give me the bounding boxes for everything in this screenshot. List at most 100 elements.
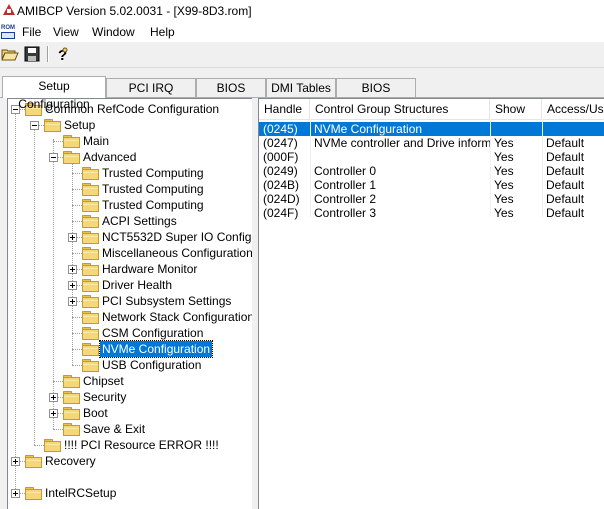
tree-node[interactable]: !!!! PCI Resource ERROR !!!! [8,437,252,453]
menu-view[interactable]: View [53,25,79,39]
cell-access: Default [546,136,585,150]
tab-dmi-tables[interactable]: DMI Tables [266,78,336,97]
folder-icon [82,279,99,292]
tree-node-label[interactable]: PCI Subsystem Settings [100,293,233,309]
tree-node[interactable]: NVMe Configuration [8,340,252,358]
folder-icon [82,343,99,356]
tree-node[interactable]: PCI Subsystem Settings [8,293,252,309]
menu-file[interactable]: File [22,25,41,39]
tab-pci-irq-routing[interactable]: PCI IRQ Routing [106,78,196,113]
tree-node[interactable]: Save & Exit [8,421,252,437]
control-group-table[interactable]: Handle Control Group Structures Show Acc… [258,98,604,509]
tree-node[interactable]: NCT5532D Super IO Configu [8,229,252,245]
column-gridline [310,119,311,217]
expand-icon[interactable] [68,233,77,242]
folder-icon [82,263,99,276]
cell-show: Yes [494,150,514,164]
folder-icon [82,167,99,180]
cell-handle: (024F) [263,206,299,220]
tree-node[interactable]: Security [8,389,252,405]
tree-node[interactable]: Boot [8,405,252,421]
tree-node-label[interactable]: IntelRCSetup [43,485,118,501]
tree-node-label[interactable]: USB Configuration [100,357,203,373]
tab-setup-configuration[interactable]: Setup Configuration [2,76,106,111]
tree-node-label[interactable]: !!!! PCI Resource ERROR !!!! [62,437,221,453]
collapse-icon[interactable] [49,153,58,162]
folder-icon [63,375,80,388]
column-gridline [542,119,543,217]
tree-node[interactable]: Driver Health [8,277,252,293]
tree-node[interactable]: IntelRCSetup [8,485,252,501]
tree-node[interactable]: Setup [8,117,252,133]
menu-window[interactable]: Window [92,25,135,39]
window-title: AMIBCP Version 5.02.0031 - [X99-8D3.rom] [17,4,252,18]
open-icon[interactable] [1,45,19,63]
column-header-show[interactable]: Show [490,99,542,119]
tree-node[interactable]: Advanced [8,149,252,165]
cell-handle: (0245) [263,122,298,136]
expand-icon[interactable] [49,393,58,402]
toolbar: ? [0,42,604,68]
tree-node-label[interactable]: Hardware Monitor [100,261,199,277]
tree-node[interactable]: Network Stack Configuration [8,309,252,325]
expand-icon[interactable] [68,265,77,274]
tree-node[interactable]: Hardware Monitor [8,261,252,277]
tree-node-label[interactable]: Network Stack Configuration [100,309,252,325]
setup-tree[interactable]: Common RefCode Configuration Setup Main Adv… [7,98,252,509]
tree-node-label[interactable]: Save & Exit [81,421,147,437]
tree-node[interactable]: Miscellaneous Configuration [8,245,252,261]
tree-node-label[interactable]: Setup [62,117,97,133]
app-icon [3,4,15,15]
tree-node[interactable]: CSM Configuration [8,325,252,341]
tree-node-label[interactable]: Trusted Computing [100,165,206,181]
column-header-access[interactable]: Access/Use [542,99,604,119]
tree-node[interactable]: Trusted Computing [8,181,252,197]
tree-node[interactable]: Main [8,133,252,149]
expand-icon[interactable] [11,457,20,466]
tree-node-label[interactable]: ACPI Settings [100,213,179,229]
tab-bios-features[interactable]: BIOS Features [336,78,416,113]
column-header-handle[interactable]: Handle [259,99,310,119]
cell-control-group: NVMe Configuration [314,122,423,136]
rom-document-icon[interactable]: ROM [1,25,15,39]
tree-node-label[interactable]: Trusted Computing [100,181,206,197]
cell-handle: (024D) [263,192,300,206]
tree-node[interactable]: Trusted Computing [8,197,252,213]
tree-node-label[interactable]: Security [81,389,128,405]
tree-node[interactable]: Recovery [8,453,252,469]
toolbar-separator [47,46,49,62]
cell-control-group: Controller 0 [314,164,377,178]
save-icon[interactable] [23,45,41,63]
tree-node-label[interactable]: Main [81,133,111,149]
tree-node-label[interactable]: Trusted Computing [100,197,206,213]
tree-node-label[interactable]: Advanced [81,149,138,165]
tree-node-label[interactable]: Boot [81,405,110,421]
tree-node-label[interactable]: NVMe Configuration [98,340,214,358]
tree-node-label[interactable]: NCT5532D Super IO Configu [100,229,252,245]
cell-access [542,122,604,136]
tab-bios-strings[interactable]: BIOS Strings [196,78,266,113]
expand-icon[interactable] [68,281,77,290]
tree-node[interactable]: Trusted Computing [8,165,252,181]
help-icon[interactable]: ? [53,45,71,64]
tree-node[interactable]: Chipset [8,373,252,389]
collapse-icon[interactable] [30,121,39,130]
expand-icon[interactable] [11,489,20,498]
tree-node-label[interactable]: Driver Health [100,277,174,293]
cell-control-group: Controller 1 [314,178,377,192]
expand-icon[interactable] [68,297,77,306]
cell-access: Default [546,206,585,220]
tree-node-label[interactable]: Chipset [81,373,126,389]
expand-icon[interactable] [49,409,58,418]
folder-icon [82,311,99,324]
tree-node[interactable]: USB Configuration [8,357,252,373]
column-header-control-group[interactable]: Control Group Structures [310,99,490,119]
menu-help[interactable]: Help [150,25,175,39]
tree-node-label[interactable]: CSM Configuration [100,325,205,341]
tree-node-label[interactable]: Miscellaneous Configuration [100,245,252,261]
folder-icon [82,215,99,228]
cell-control-group: Controller 3 [314,206,377,220]
tree-node[interactable]: ACPI Settings [8,213,252,229]
tree-node-label[interactable]: Recovery [43,453,98,469]
folder-icon [82,183,99,196]
